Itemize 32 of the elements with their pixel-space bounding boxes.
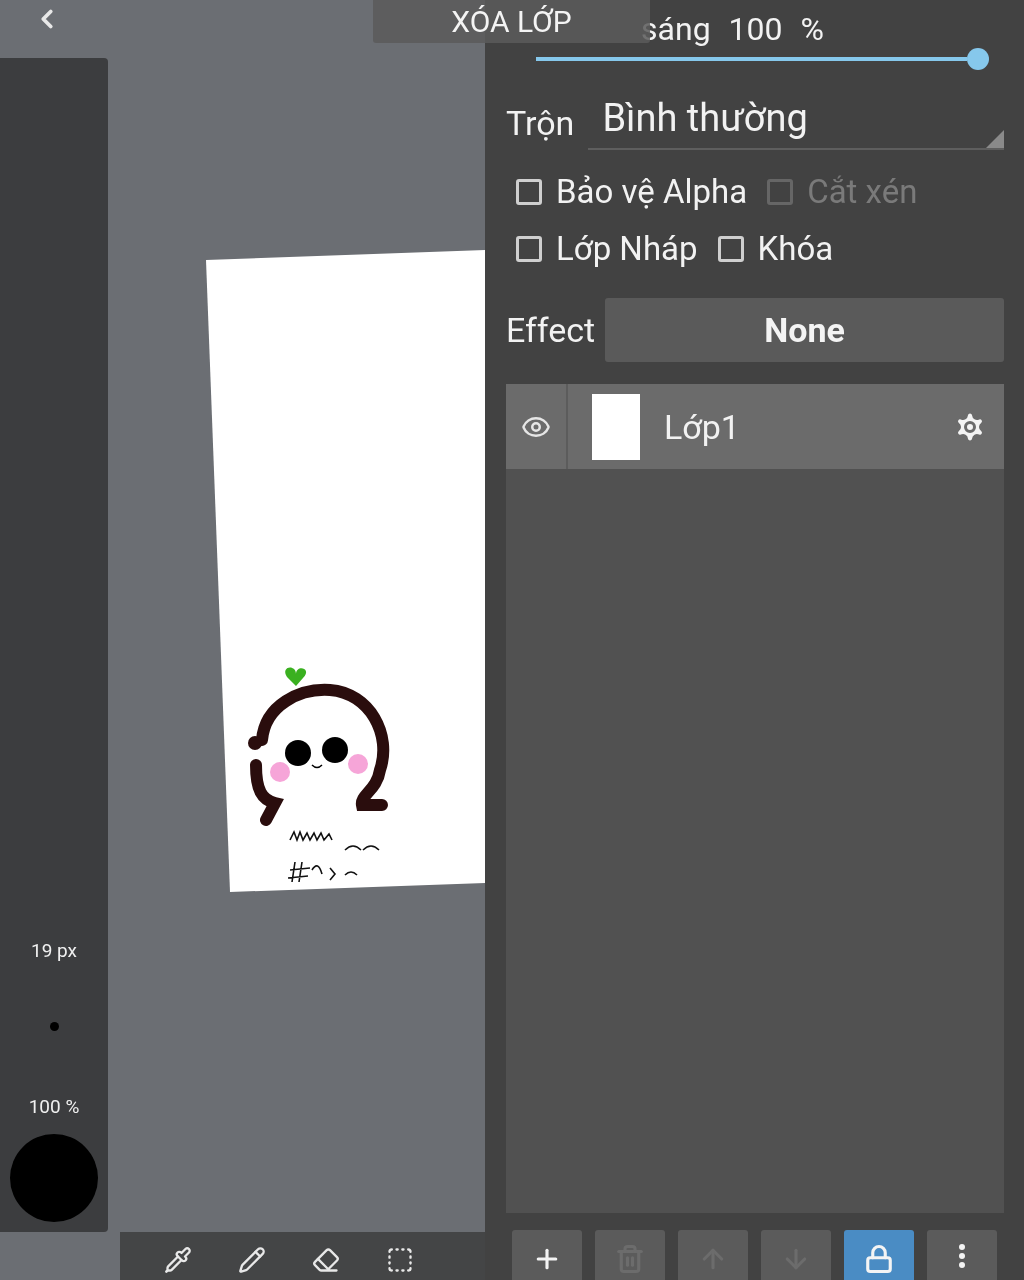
opacity-value: 100 <box>728 9 783 48</box>
add-layer-button[interactable] <box>512 1230 582 1280</box>
slider-thumb[interactable] <box>967 48 989 71</box>
lock-icon <box>864 1244 894 1274</box>
blend-label: Trộn <box>506 103 575 144</box>
effect-label: Effect <box>506 310 596 351</box>
checkbox-icon <box>516 179 542 205</box>
eraser-icon <box>312 1246 340 1274</box>
brush-opacity-label: 100 % <box>28 1095 80 1118</box>
checkbox-icon <box>767 179 794 205</box>
eyedropper-icon <box>164 1246 192 1274</box>
brush-size-dot <box>49 1022 59 1031</box>
pencil-icon <box>238 1246 266 1274</box>
effect-button[interactable]: None <box>605 298 1004 363</box>
checkbox-icon <box>516 236 542 262</box>
layer-thumbnail <box>592 394 640 460</box>
blend-dropdown[interactable]: Bình thường <box>588 96 1004 151</box>
checkbox-icon <box>717 236 744 262</box>
toast-message: XÓA LỚP <box>373 0 650 43</box>
opacity-slider[interactable] <box>536 48 989 71</box>
option-checkbox[interactable]: Bảo vệ Alpha <box>516 172 748 212</box>
lock-button[interactable] <box>844 1230 914 1280</box>
option-checkbox[interactable]: Lớp Nháp <box>516 229 698 269</box>
selection-icon <box>386 1246 414 1274</box>
layer-row[interactable]: Lớp1 <box>506 384 1004 470</box>
dropdown-corner-icon <box>986 130 1004 149</box>
more-icon <box>959 1244 965 1268</box>
more-button[interactable] <box>927 1230 997 1280</box>
option-checkbox[interactable]: Khóa <box>717 229 834 269</box>
brush-size-label: 19 px <box>31 939 77 962</box>
percent-sign: % <box>800 9 824 48</box>
layer-name: Lớp1 <box>664 407 741 447</box>
